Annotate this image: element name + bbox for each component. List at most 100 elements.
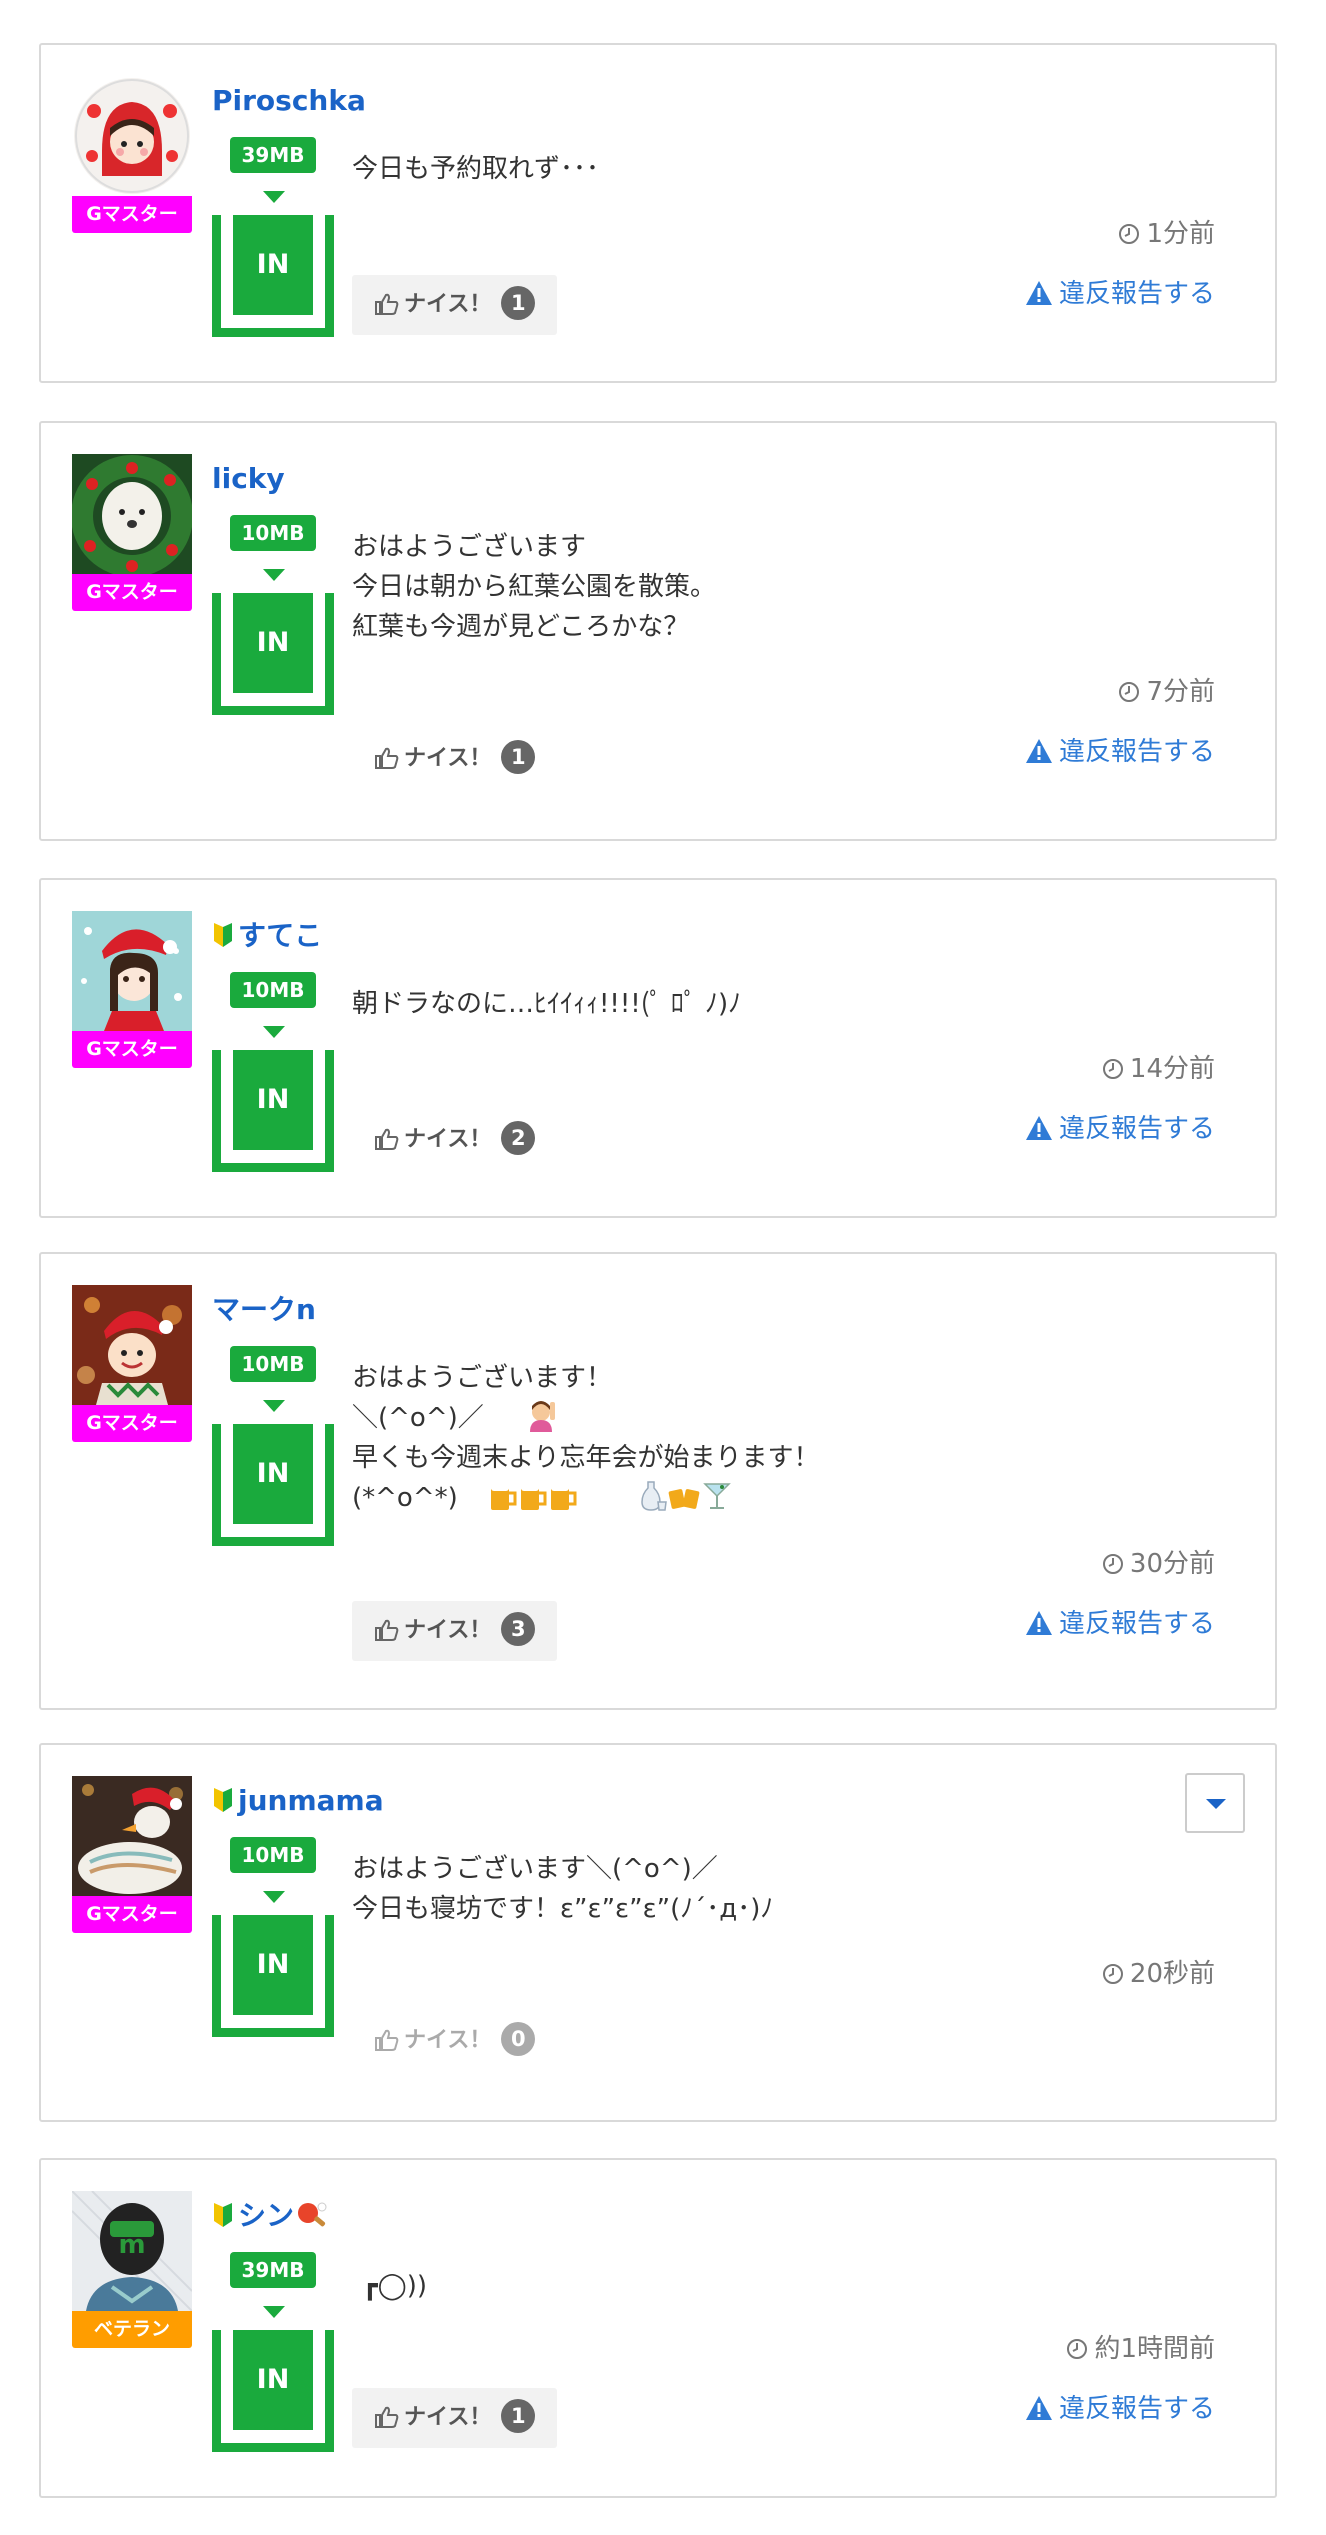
- nice-label[interactable]: ナイス！: [404, 1127, 491, 1152]
- clock-icon: [1067, 2339, 1088, 2359]
- report-link[interactable]: 違反報告する: [1025, 1603, 1215, 1640]
- username-link[interactable]: licky: [212, 459, 285, 499]
- raising-hand-emoji-icon: [529, 1401, 555, 1432]
- down-arrow-icon: [263, 2306, 285, 2318]
- data-usage-badge: 10MB: [230, 1346, 316, 1382]
- nice-button[interactable]: ナイス！ 0: [352, 2011, 557, 2071]
- avatar[interactable]: [72, 1285, 192, 1405]
- post-message: 朝ドラなのに…ﾋｲｲｨｨ!!!!(ﾟ ﾛﾟ ﾉ)ﾉ: [352, 984, 1052, 1024]
- caret-down-icon: [1206, 1799, 1226, 1809]
- rank-badge: Gマスター: [72, 1031, 192, 1068]
- time-text: 約1時間前: [1094, 2334, 1215, 2364]
- message-line: 今日も寝坊です！ε”ε”ε”ε”(ﾉ´･д･)ﾉ: [352, 1894, 774, 1924]
- avatar[interactable]: [72, 454, 192, 574]
- nice-label[interactable]: ナイス！: [404, 2405, 491, 2430]
- nice-label[interactable]: ナイス！: [404, 292, 491, 317]
- nice-button[interactable]: ナイス！ 1: [352, 729, 557, 789]
- avatar[interactable]: [72, 76, 192, 196]
- thumbs-up-icon: [375, 1128, 399, 1150]
- username-link[interactable]: シン: [212, 2196, 328, 2236]
- nice-count: 1: [501, 286, 536, 320]
- time-text: 30分前: [1129, 1549, 1215, 1579]
- post-card: Gマスター Piroschka 39MB IN 今日も予約取れず･･･ 1分前 …: [39, 43, 1277, 383]
- rank-badge: Gマスター: [72, 574, 192, 611]
- rank-badge: Gマスター: [72, 196, 192, 233]
- post-message: おはようございます 今日は朝から紅葉公園を散策。 紅葉も今週が見どころかな？: [352, 527, 1052, 647]
- username-link[interactable]: すてこ: [212, 916, 322, 956]
- in-status-box: IN: [212, 1424, 334, 1546]
- post-time: 30分前: [1102, 1543, 1215, 1580]
- report-link[interactable]: 違反報告する: [1025, 273, 1215, 310]
- post-menu-dropdown-button[interactable]: [1185, 1773, 1245, 1833]
- report-link[interactable]: 違反報告する: [1025, 2388, 1215, 2425]
- clock-icon: [1102, 1964, 1123, 1984]
- in-status-box: IN: [212, 215, 334, 337]
- avatar[interactable]: [72, 1776, 192, 1896]
- down-arrow-icon: [263, 191, 285, 203]
- username-text[interactable]: Piroschka: [212, 84, 366, 117]
- nice-count: 0: [501, 2022, 536, 2056]
- message-line: 紅葉も今週が見どころかな？: [352, 612, 690, 642]
- nice-count: 1: [501, 740, 536, 774]
- nice-label[interactable]: ナイス！: [404, 2028, 491, 2053]
- username-text[interactable]: すてこ: [238, 919, 322, 952]
- clinking-beer-icon: [668, 1489, 700, 1509]
- warning-icon: [1025, 739, 1052, 763]
- username-text[interactable]: マークn: [212, 1293, 316, 1326]
- avatar[interactable]: [72, 911, 192, 1031]
- in-label: IN: [233, 1424, 313, 1524]
- username-link[interactable]: マークn: [212, 1290, 316, 1330]
- nice-count: 1: [501, 2399, 536, 2433]
- report-label[interactable]: 違反報告する: [1059, 279, 1215, 309]
- username-text[interactable]: シン: [238, 2199, 294, 2232]
- nice-button[interactable]: ナイス！ 1: [352, 2388, 558, 2448]
- warning-icon: [1025, 1611, 1052, 1635]
- timeline-feed: Gマスター Piroschka 39MB IN 今日も予約取れず･･･ 1分前 …: [0, 0, 1326, 2535]
- clock-icon: [1119, 224, 1140, 244]
- post-time: 7分前: [1118, 671, 1215, 708]
- nice-button[interactable]: ナイス！ 3: [352, 1601, 558, 1661]
- beginner-mark-icon: [214, 1788, 232, 1812]
- nice-button[interactable]: ナイス！ 1: [352, 275, 558, 335]
- nice-label[interactable]: ナイス！: [404, 1618, 491, 1643]
- in-label: IN: [233, 1915, 313, 2015]
- clock-icon: [1119, 682, 1140, 702]
- avatar[interactable]: m: [72, 2191, 192, 2311]
- time-text: 1分前: [1146, 219, 1215, 249]
- in-status-box: IN: [212, 593, 334, 715]
- post-message: おはようございます＼(^o^)／ 今日も寝坊です！ε”ε”ε”ε”(ﾉ´･д･)…: [352, 1849, 1052, 1929]
- post-card: Gマスター junmama 10MB IN おはようございます＼(^o^)／ 今…: [39, 1743, 1277, 2122]
- username-text[interactable]: licky: [212, 462, 285, 495]
- in-label: IN: [233, 2330, 313, 2430]
- message-line: おはようございます！: [352, 1363, 613, 1393]
- report-link[interactable]: 違反報告する: [1025, 731, 1215, 768]
- username-link[interactable]: junmama: [212, 1781, 384, 1821]
- message-line: ┏◯)): [362, 2271, 428, 2301]
- message-line: 今日は朝から紅葉公園を散策。: [352, 572, 717, 602]
- username-link[interactable]: Piroschka: [212, 81, 366, 121]
- report-label[interactable]: 違反報告する: [1059, 1114, 1215, 1144]
- nice-label[interactable]: ナイス！: [404, 746, 491, 771]
- thumbs-up-icon: [375, 1619, 399, 1641]
- post-time: 14分前: [1102, 1048, 1215, 1085]
- nice-count: 2: [501, 1121, 536, 1155]
- in-label: IN: [233, 215, 313, 315]
- report-label[interactable]: 違反報告する: [1059, 1609, 1215, 1639]
- nice-button[interactable]: ナイス！ 2: [352, 1110, 557, 1170]
- report-link[interactable]: 違反報告する: [1025, 1108, 1215, 1145]
- report-label[interactable]: 違反報告する: [1059, 737, 1215, 767]
- message-line-with-emoji: (*^o^*): [352, 1478, 1052, 1518]
- ping-pong-icon: [298, 2202, 327, 2227]
- in-label: IN: [233, 1050, 313, 1150]
- rank-badge: ベテラン: [72, 2311, 192, 2348]
- beer-mug-icon: [520, 1484, 547, 1510]
- beginner-mark-icon: [214, 923, 232, 947]
- thumbs-up-icon: [375, 293, 399, 315]
- post-time: 20秒前: [1102, 1953, 1215, 1990]
- report-label[interactable]: 違反報告する: [1059, 2394, 1215, 2424]
- nice-count: 3: [501, 1612, 536, 1646]
- username-text[interactable]: junmama: [238, 1784, 384, 1817]
- message-text: (*^o^*): [352, 1483, 458, 1513]
- message-line-with-emoji: ＼(^o^)／: [352, 1398, 1052, 1438]
- message-line: おはようございます＼(^o^)／: [352, 1854, 718, 1884]
